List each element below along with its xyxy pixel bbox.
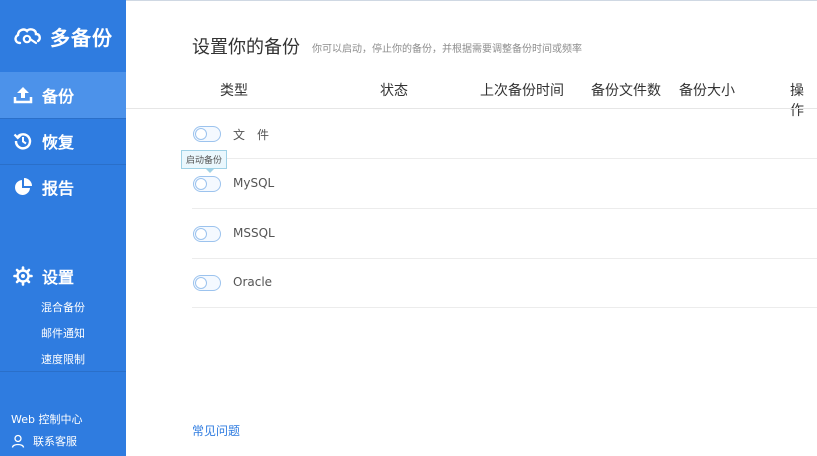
nav-label: 备份: [42, 87, 75, 106]
nav-label: 设置: [42, 268, 75, 287]
nav-label: 报告: [42, 179, 75, 198]
page-title: 设置你的备份: [192, 37, 300, 58]
faq-link[interactable]: 常见问题: [192, 422, 240, 439]
backup-toggle-mysql[interactable]: [193, 176, 221, 192]
table-row: Oracle: [192, 258, 817, 308]
user-icon: [11, 434, 25, 448]
history-icon: [12, 130, 34, 152]
upload-icon: [12, 84, 34, 106]
contact-support-label: 联系客服: [33, 435, 77, 448]
nav-item-backup[interactable]: 备份: [0, 72, 126, 118]
row-type-label: MSSQL: [233, 226, 275, 240]
row-type-label: Oracle: [233, 275, 273, 289]
row-type-label: 文 件: [233, 128, 270, 142]
cloud-logo-icon: [14, 28, 41, 45]
backup-toggle-mssql[interactable]: [193, 226, 221, 242]
divider: [126, 0, 817, 1]
column-header-file-count: 备份文件数: [591, 83, 661, 99]
toggle-knob: [195, 178, 207, 190]
gear-icon: [12, 265, 34, 287]
backup-toggle-file[interactable]: [193, 126, 221, 142]
settings-item-speed-limit[interactable]: 速度限制: [41, 351, 85, 367]
settings-item-email-notify[interactable]: 邮件通知: [41, 325, 85, 341]
divider: [0, 371, 126, 372]
contact-support-link[interactable]: 联系客服: [11, 433, 77, 449]
backup-toggle-oracle[interactable]: [193, 275, 221, 291]
table-row: MSSQL: [192, 209, 817, 259]
toggle-knob: [195, 228, 207, 240]
nav-item-report[interactable]: 报告: [0, 164, 126, 210]
settings-item-hybrid-backup[interactable]: 混合备份: [41, 299, 85, 315]
pie-chart-icon: [12, 176, 34, 198]
toggle-knob: [195, 128, 207, 140]
divider: [192, 307, 817, 308]
start-backup-tooltip: 启动备份: [181, 150, 228, 173]
nav-item-restore[interactable]: 恢复: [0, 118, 126, 164]
column-header-backup-size: 备份大小: [679, 83, 735, 99]
nav-label: 恢复: [42, 133, 75, 152]
web-console-link[interactable]: Web 控制中心: [11, 411, 82, 427]
page-subtitle: 你可以启动，停止你的备份，并根据需要调整备份时间或频率: [312, 44, 582, 55]
table-row: 文 件: [192, 109, 817, 159]
main-content: 设置你的备份 你可以启动，停止你的备份，并根据需要调整备份时间或频率 类型 状态…: [126, 0, 817, 456]
brand-name: 多备份: [50, 25, 113, 50]
table-row: MySQL: [192, 159, 817, 209]
toggle-knob: [195, 277, 207, 289]
column-header-last-backup-time: 上次备份时间: [480, 83, 564, 99]
brand-logo[interactable]: 多备份: [0, 0, 126, 72]
column-header-type: 类型: [220, 83, 248, 99]
column-header-status: 状态: [380, 83, 408, 99]
nav-item-settings[interactable]: 设置: [0, 253, 126, 299]
row-type-label: MySQL: [233, 176, 275, 190]
sidebar: 多备份 备份 恢复 报告 设置 混合备份 邮件通知 速度限制 Web 控制中心 …: [0, 0, 126, 456]
